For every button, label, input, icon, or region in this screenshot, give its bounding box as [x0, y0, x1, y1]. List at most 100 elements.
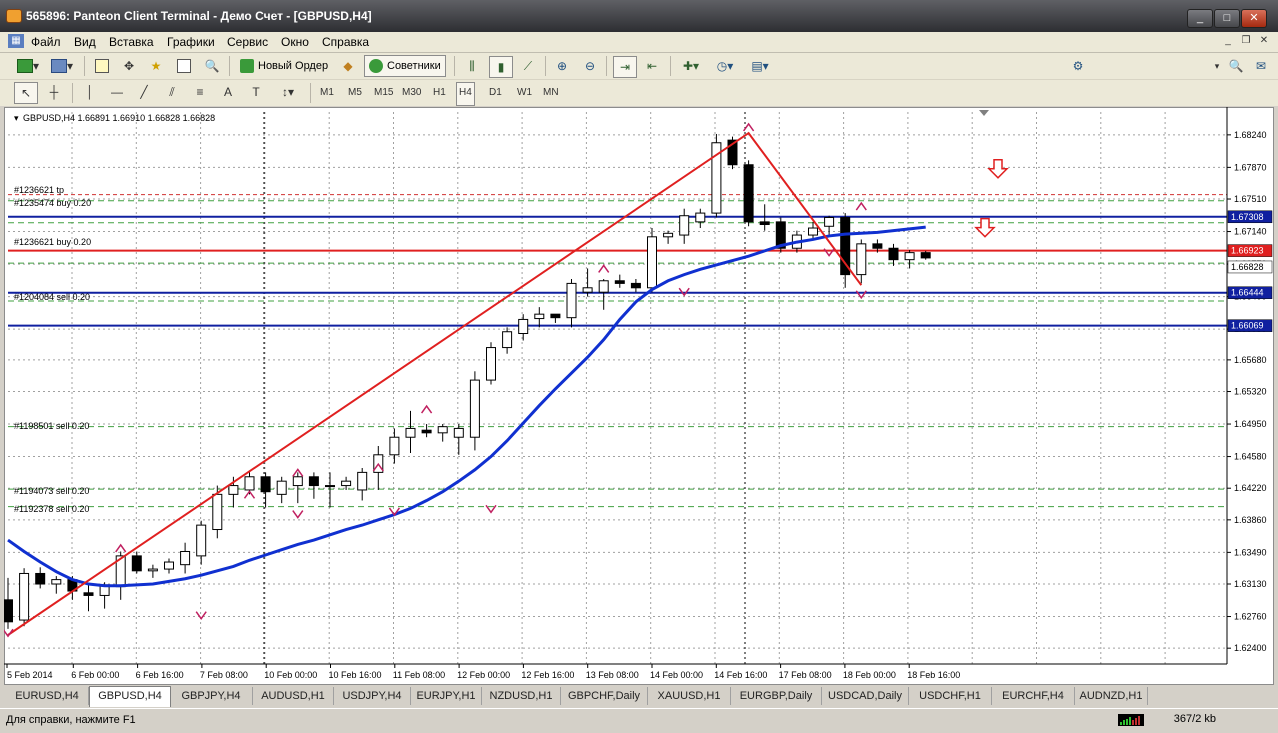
timeframe-m5[interactable]: M5	[346, 82, 364, 104]
mdi-restore-icon[interactable]: ❐	[1238, 34, 1254, 48]
fractal-down-icon	[678, 287, 690, 297]
chart-tab[interactable]: USDCHF,H1	[909, 687, 992, 705]
chart-tab[interactable]: GBPJPY,H4	[170, 687, 253, 705]
candle-body	[260, 476, 271, 493]
chart-tab[interactable]: USDCAD,Daily	[822, 687, 909, 705]
chat-icon[interactable]: ✉	[1251, 56, 1271, 76]
chart-tab[interactable]: EURCHF,H4	[992, 687, 1075, 705]
search-icon[interactable]: 🔍	[1226, 56, 1246, 76]
chart-shift-icon[interactable]: ⇤	[642, 56, 662, 76]
price-label: 1.65680	[1234, 355, 1267, 365]
text-label-icon[interactable]: T	[246, 82, 266, 102]
horizontal-line-icon[interactable]: —	[107, 82, 127, 102]
zoom-out-icon[interactable]: ⊖	[580, 56, 600, 76]
timeframe-m15[interactable]: M15	[372, 82, 395, 104]
new-order-button[interactable]: Новый Ордер	[235, 55, 333, 77]
time-label: 17 Feb 08:00	[779, 670, 832, 680]
menu-file[interactable]: Файл	[31, 35, 61, 49]
candle-body	[164, 561, 174, 570]
chart-tab[interactable]: EURUSD,H4	[6, 687, 89, 705]
strategy-tester-icon[interactable]: 🔍	[202, 56, 222, 76]
timeframe-h4[interactable]: H4	[456, 82, 475, 106]
chart-tab[interactable]: GBPCHF,Daily	[561, 687, 648, 705]
settings-gear-icon[interactable]: ⚙	[1069, 56, 1087, 76]
candle	[856, 239, 867, 284]
time-label: 5 Feb 2014	[7, 670, 53, 680]
price-label: 1.64220	[1234, 483, 1267, 493]
crosshair-icon[interactable]: ┼	[44, 82, 64, 102]
experts-button[interactable]: Советники	[364, 55, 446, 77]
timeframe-mn[interactable]: MN	[541, 82, 561, 104]
periods-icon[interactable]: ◷▾	[711, 56, 739, 76]
overlays	[4, 110, 1009, 638]
menu-window[interactable]: Окно	[281, 35, 309, 49]
timeframe-w1[interactable]: W1	[515, 82, 534, 104]
menu-help[interactable]: Справка	[322, 35, 369, 49]
chart-tab[interactable]: XAUUSD,H1	[648, 687, 731, 705]
trendline-icon[interactable]: ╱	[134, 82, 154, 102]
candlestick-chart-icon[interactable]: ▮	[489, 56, 513, 78]
price-label: 1.63490	[1234, 547, 1267, 557]
moving-average-line	[7, 225, 926, 588]
timeframe-m30[interactable]: M30	[400, 82, 423, 104]
cursor-icon[interactable]: ↖	[14, 82, 38, 104]
line-chart-icon[interactable]: ⟋	[518, 56, 538, 76]
menu-insert[interactable]: Вставка	[109, 35, 154, 49]
profiles-icon[interactable]: ▾	[48, 56, 76, 76]
fibonacci-icon[interactable]: ≡	[190, 82, 210, 102]
zoom-in-icon[interactable]: ⊕	[552, 56, 572, 76]
text-icon[interactable]: A	[218, 82, 238, 102]
candle	[325, 472, 335, 508]
close-button[interactable]: ✕	[1241, 9, 1267, 28]
price-label: 1.62760	[1234, 612, 1267, 622]
minimize-button[interactable]: _	[1187, 9, 1213, 28]
menu-view[interactable]: Вид	[74, 35, 96, 49]
templates-icon[interactable]: ▤▾	[745, 56, 775, 76]
equidistant-channel-icon[interactable]: ⫽	[162, 82, 182, 102]
market-watch-icon[interactable]	[92, 56, 112, 76]
mdi-close-icon[interactable]: ✕	[1256, 34, 1272, 48]
fractal-down-icon	[292, 510, 304, 519]
indicators-icon[interactable]: ✚▾	[677, 56, 705, 76]
candle-body	[824, 216, 835, 227]
menu-tools[interactable]: Сервис	[227, 35, 268, 49]
menu-charts[interactable]: Графики	[167, 35, 215, 49]
new-chart-icon[interactable]: ▾	[14, 56, 42, 76]
terminal-icon[interactable]	[174, 56, 194, 76]
auto-scroll-icon[interactable]: ⇥	[613, 56, 637, 78]
crosshair-nav-icon[interactable]: ✥	[119, 56, 139, 76]
candle-body	[534, 313, 545, 320]
vertical-line-icon[interactable]: │	[80, 82, 100, 102]
metaeditor-icon[interactable]: ◆	[337, 56, 359, 76]
candle-body	[598, 280, 609, 293]
fractal-down-icon	[195, 611, 207, 620]
candle-body	[550, 313, 561, 319]
candle	[51, 576, 62, 594]
arrows-icon[interactable]: ↕▾	[274, 82, 302, 102]
chart-tab[interactable]: USDJPY,H4	[334, 687, 411, 705]
candle	[663, 230, 674, 244]
bar-chart-icon[interactable]: ⫼	[462, 56, 482, 76]
time-label: 18 Feb 00:00	[843, 670, 896, 680]
candle	[502, 327, 513, 354]
candle	[308, 472, 319, 499]
chart-tab[interactable]: EURGBP,Daily	[731, 687, 822, 705]
maximize-button[interactable]: □	[1214, 9, 1240, 28]
chart-tab[interactable]: AUDNZD,H1	[1075, 687, 1148, 705]
price-chart[interactable]: #1236621 tp #1235474 buy 0.20 #1236621 buy…	[4, 107, 1274, 685]
chart-tab[interactable]: NZDUSD,H1	[482, 687, 561, 705]
timeframe-m1[interactable]: M1	[318, 82, 336, 104]
chart-tab[interactable]: GBPUSD,H4	[89, 686, 171, 707]
time-label: 12 Feb 16:00	[521, 670, 574, 680]
price-label: 1.64950	[1234, 419, 1267, 429]
chart-tab[interactable]: EURJPY,H1	[411, 687, 482, 705]
candle	[180, 542, 191, 574]
search-dropdown-icon[interactable]: ▾	[1211, 56, 1223, 76]
timeframe-h1[interactable]: H1	[431, 82, 448, 104]
sell-arrow-icon	[974, 217, 996, 238]
mdi-minimize-icon[interactable]: _	[1220, 34, 1236, 48]
favorites-icon[interactable]: ★	[146, 56, 166, 76]
candle	[582, 268, 593, 297]
chart-tab[interactable]: AUDUSD,H1	[253, 687, 334, 705]
timeframe-d1[interactable]: D1	[487, 82, 504, 104]
